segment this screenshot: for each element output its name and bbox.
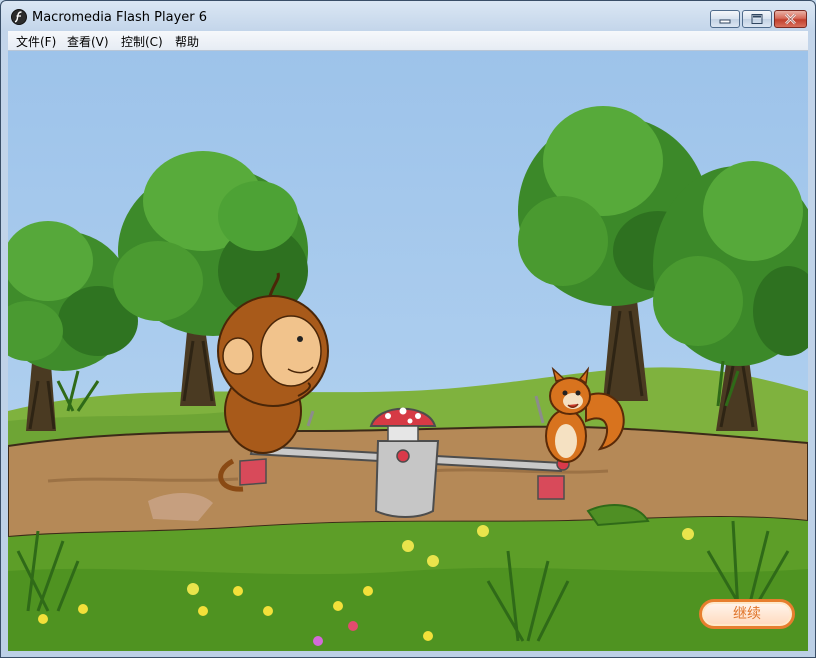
close-icon bbox=[785, 13, 796, 25]
minimize-icon bbox=[719, 19, 731, 24]
flash-player-window: Macromedia Flash Player 6 文件(F) 查看(V) 控制… bbox=[0, 0, 816, 658]
menu-bar: 文件(F) 查看(V) 控制(C) 帮助 bbox=[8, 31, 808, 51]
maximize-button[interactable] bbox=[742, 10, 772, 28]
menu-file[interactable]: 文件(F) bbox=[16, 33, 56, 50]
maximize-icon bbox=[751, 14, 763, 24]
flash-stage[interactable]: 继续 bbox=[8, 51, 808, 651]
close-button[interactable] bbox=[774, 10, 807, 28]
continue-button[interactable]: 继续 bbox=[699, 599, 795, 629]
menu-view[interactable]: 查看(V) bbox=[67, 33, 109, 50]
title-bar[interactable]: Macromedia Flash Player 6 bbox=[1, 1, 815, 31]
menu-control[interactable]: 控制(C) bbox=[121, 33, 163, 50]
menu-help[interactable]: 帮助 bbox=[175, 33, 199, 50]
flash-icon[interactable] bbox=[11, 9, 27, 25]
minimize-button[interactable] bbox=[710, 10, 740, 28]
window-title: Macromedia Flash Player 6 bbox=[32, 10, 208, 25]
scene-illustration bbox=[8, 51, 808, 651]
